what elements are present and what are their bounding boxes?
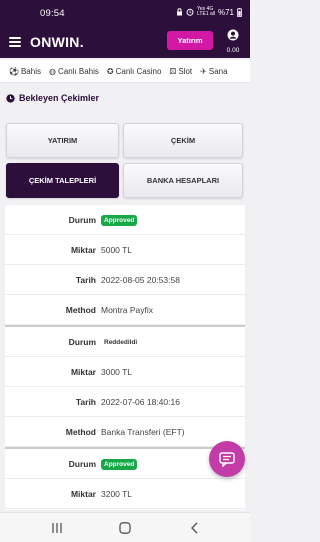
soccer-ball-icon: ⚽ xyxy=(9,66,19,76)
amount-value: 5000 TL xyxy=(101,244,133,255)
status-row: Durum Approved xyxy=(5,205,245,235)
back-icon[interactable] xyxy=(188,522,202,534)
tab-bank-accounts[interactable]: BANKA HESAPLARI xyxy=(123,163,243,198)
deposit-button[interactable]: Yatırım xyxy=(167,31,213,50)
page-title: Bekleyen Çekimler xyxy=(6,93,99,103)
method-row: Method Montra Payfix xyxy=(5,295,245,325)
tab-withdraw[interactable]: ÇEKİM xyxy=(123,123,243,158)
live-ball-icon: ◍ xyxy=(48,66,56,76)
home-icon[interactable] xyxy=(118,522,132,534)
date-row: Tarih 2022-08-05 20:53:58 xyxy=(5,265,245,295)
status-icons: Yes 4G LTE1 all %71 xyxy=(176,7,242,17)
chat-icon xyxy=(219,451,235,467)
battery-percent: %71 xyxy=(217,7,234,17)
amount-row: Miktar 3000 TL xyxy=(5,357,245,387)
dice-icon: ⚄ xyxy=(169,66,177,76)
status-badge: Reddedildi xyxy=(104,338,138,346)
method-value: Banka Transferi (EFT) xyxy=(101,426,185,437)
alarm-icon xyxy=(186,8,194,16)
status-row: Durum Reddedildi xyxy=(5,327,245,357)
lock-icon xyxy=(177,8,182,16)
status-badge: Approved xyxy=(101,458,138,470)
casino-chip-icon: ✪ xyxy=(106,66,114,76)
status-time: 09:54 xyxy=(40,8,65,19)
tab-withdraw-requests[interactable]: ÇEKİM TALEPLERİ xyxy=(6,163,119,198)
recent-apps-icon[interactable] xyxy=(50,522,64,534)
tab-deposit[interactable]: YATIRIM xyxy=(6,123,119,158)
clock-icon xyxy=(6,93,15,103)
plane-icon: ✈ xyxy=(200,66,207,76)
date-row: Tarih 2022-07-06 18:40:16 xyxy=(5,387,245,417)
user-icon xyxy=(227,29,239,41)
nav-item-bahis[interactable]: ⚽ Bahis xyxy=(9,67,41,76)
amount-value: 3000 TL xyxy=(101,366,133,377)
date-value: 2022-08-05 20:53:58 xyxy=(101,274,180,285)
battery-icon xyxy=(237,7,242,17)
status-badge: Approved xyxy=(101,214,138,226)
method-value: Montra Payfix xyxy=(101,304,153,315)
app-header: ONWIN. Yatırım 0.00 xyxy=(0,26,250,58)
user-account-button[interactable]: 0.00 xyxy=(222,28,244,54)
nav-item-canli-casino[interactable]: ✪ Canlı Casino xyxy=(107,67,162,76)
amount-value: 3200 TL xyxy=(101,488,133,499)
network-indicator: Yes 4G LTE1 all xyxy=(197,6,215,17)
method-row: Method Banka Transferi (EFT) xyxy=(5,417,245,447)
withdrawal-record: Durum Approved Miktar 5000 TL Tarih 2022… xyxy=(5,205,245,327)
date-value: 2022-07-06 18:40:16 xyxy=(101,396,180,407)
menu-icon[interactable] xyxy=(9,37,21,47)
status-bar: 09:54 Yes 4G LTE1 all %71 xyxy=(0,0,250,26)
amount-row: Miktar 3200 TL xyxy=(5,479,245,509)
nav-item-canli-bahis[interactable]: ◍ Canlı Bahis xyxy=(49,67,99,76)
chat-button[interactable] xyxy=(209,441,245,477)
logo[interactable]: ONWIN. xyxy=(30,34,84,50)
withdrawal-record: Durum Reddedildi Miktar 3000 TL Tarih 20… xyxy=(5,327,245,449)
nav-item-sana[interactable]: ✈ Sana xyxy=(200,67,227,76)
nav-item-slot[interactable]: ⚄ Slot xyxy=(169,67,192,76)
balance: 0.00 xyxy=(226,47,240,54)
system-nav-bar xyxy=(0,512,250,542)
amount-row: Miktar 5000 TL xyxy=(5,235,245,265)
category-nav: ⚽ Bahis ◍ Canlı Bahis ✪ Canlı Casino ⚄ S… xyxy=(0,60,250,83)
